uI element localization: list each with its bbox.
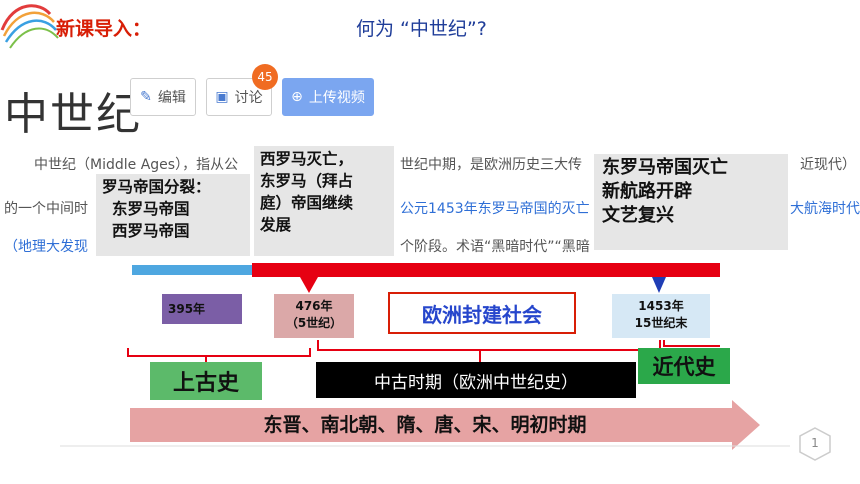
marker-1453 — [652, 277, 666, 293]
period-modern: 近代史 — [638, 348, 730, 384]
bracket-ancient — [127, 348, 311, 357]
period-medieval: 中古时期（欧洲中世纪史） — [316, 362, 636, 398]
feudal-society-label: 欧洲封建社会 — [388, 292, 576, 334]
tick-1453: 1453年 15世纪末 — [612, 294, 710, 338]
bracket-modern — [663, 340, 720, 347]
tick-395: 395年 — [162, 294, 242, 324]
tick-476: 476年 （5世纪） — [274, 294, 354, 338]
timeline-blue-segment — [132, 265, 252, 275]
bracket-medieval — [317, 340, 661, 351]
timeline-red-segment — [252, 263, 720, 277]
china-dynasties-label: 东晋、南北朝、隋、唐、宋、明初时期 — [263, 413, 587, 436]
period-ancient: 上古史 — [150, 362, 262, 400]
marker-476 — [300, 277, 318, 293]
page-number: 1 — [811, 436, 819, 450]
